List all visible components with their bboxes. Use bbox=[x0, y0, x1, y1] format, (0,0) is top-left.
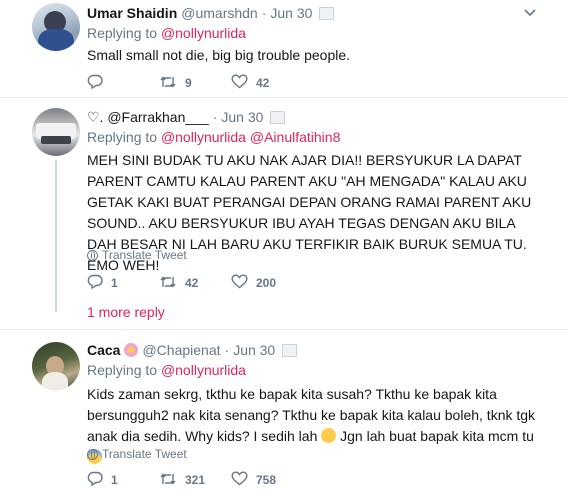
retweet-button[interactable]: 42 bbox=[159, 274, 231, 292]
translate-tweet[interactable]: Translate Tweet bbox=[87, 447, 187, 461]
like-button[interactable]: 200 bbox=[231, 274, 303, 292]
separator-dot: · bbox=[212, 109, 218, 125]
separator-dot: · bbox=[224, 342, 230, 358]
tweet-header: ♡. @Farrakhan___ · Jun 30 bbox=[87, 107, 286, 127]
tweet-actions: 1 42 200 bbox=[87, 274, 303, 292]
retweet-icon bbox=[159, 472, 177, 489]
avatar[interactable] bbox=[32, 342, 80, 390]
like-count: 758 bbox=[256, 473, 277, 487]
like-button[interactable]: 758 bbox=[231, 471, 303, 489]
replying-prefix: Replying to bbox=[87, 362, 161, 378]
mention-link[interactable]: @Ainulfatihin8 bbox=[250, 129, 341, 145]
replying-to: Replying to @nollynurlida bbox=[87, 25, 246, 41]
tweet-text-part2: Jgn lah buat bapak kita mcm tu bbox=[336, 428, 534, 444]
replying-to: Replying to @nollynurlida @Ainulfatihin8 bbox=[87, 129, 340, 145]
replying-prefix: Replying to bbox=[87, 25, 161, 41]
retweet-button[interactable]: 9 bbox=[159, 74, 231, 92]
like-count: 42 bbox=[256, 76, 270, 90]
replying-prefix: Replying to bbox=[87, 129, 161, 145]
flower-emoji-icon bbox=[124, 343, 139, 357]
tweet-actions: 1 321 758 bbox=[87, 471, 303, 489]
translate-tweet[interactable]: Translate Tweet bbox=[87, 248, 187, 262]
tweet-header: Umar Shaidin @umarshdn · Jun 30 bbox=[87, 3, 335, 23]
tweet-1[interactable]: Umar Shaidin @umarshdn · Jun 30 Replying… bbox=[0, 0, 568, 95]
user-handle[interactable]: @umarshdn bbox=[181, 5, 257, 21]
mention-link[interactable]: @nollynurlida bbox=[161, 129, 246, 145]
timestamp[interactable]: Jun 30 bbox=[233, 342, 275, 358]
reply-icon bbox=[87, 274, 103, 292]
user-handle[interactable]: @Chapienat bbox=[142, 342, 220, 358]
retweet-button[interactable]: 321 bbox=[159, 471, 231, 489]
retweet-icon bbox=[159, 275, 177, 292]
reply-icon bbox=[87, 74, 103, 92]
timestamp[interactable]: Jun 30 bbox=[270, 5, 312, 21]
message-icon bbox=[270, 110, 286, 124]
reply-count: 1 bbox=[111, 276, 118, 290]
avatar[interactable] bbox=[32, 108, 80, 156]
separator-dot: · bbox=[261, 5, 267, 21]
caret-down-icon[interactable] bbox=[524, 6, 536, 20]
tweet-2[interactable]: ♡. @Farrakhan___ · Jun 30 Replying to @n… bbox=[0, 98, 568, 328]
retweet-icon bbox=[159, 75, 177, 92]
tweet-actions: 9 42 bbox=[87, 74, 303, 92]
more-replies-link[interactable]: 1 more reply bbox=[87, 304, 165, 320]
like-count: 200 bbox=[256, 276, 277, 290]
display-name[interactable]: Caca bbox=[87, 342, 120, 358]
display-name[interactable]: ♡. @Farrakhan___ bbox=[87, 109, 209, 126]
timestamp[interactable]: Jun 30 bbox=[221, 109, 263, 125]
thread-line bbox=[55, 160, 57, 312]
mention-link[interactable]: @nollynurlida bbox=[161, 25, 246, 41]
translate-label[interactable]: Translate Tweet bbox=[102, 447, 187, 461]
like-icon bbox=[231, 471, 248, 489]
retweet-count: 9 bbox=[185, 76, 192, 90]
reply-count: 1 bbox=[111, 473, 118, 487]
reply-button[interactable] bbox=[87, 74, 159, 92]
retweet-count: 321 bbox=[185, 473, 206, 487]
tweet-text: Small small not die, big big trouble peo… bbox=[87, 47, 351, 63]
like-button[interactable]: 42 bbox=[231, 74, 303, 92]
message-icon bbox=[282, 343, 298, 357]
reply-icon bbox=[87, 471, 103, 489]
reply-button[interactable]: 1 bbox=[87, 274, 159, 292]
tweet-header: Caca @Chapienat · Jun 30 bbox=[87, 340, 298, 360]
like-icon bbox=[231, 274, 248, 292]
retweet-count: 42 bbox=[185, 276, 199, 290]
translate-label[interactable]: Translate Tweet bbox=[102, 248, 187, 262]
mention-link[interactable]: @nollynurlida bbox=[161, 362, 246, 378]
reply-button[interactable]: 1 bbox=[87, 471, 159, 489]
globe-icon bbox=[87, 448, 98, 460]
globe-icon bbox=[87, 249, 98, 261]
tweet-3[interactable]: Caca @Chapienat · Jun 30 Replying to @no… bbox=[0, 330, 568, 494]
display-name[interactable]: Umar Shaidin bbox=[87, 5, 177, 21]
avatar[interactable] bbox=[32, 3, 80, 51]
message-icon bbox=[319, 6, 335, 20]
replying-to: Replying to @nollynurlida bbox=[87, 362, 246, 378]
like-icon bbox=[231, 74, 248, 92]
worried-face-emoji-icon bbox=[321, 428, 337, 443]
